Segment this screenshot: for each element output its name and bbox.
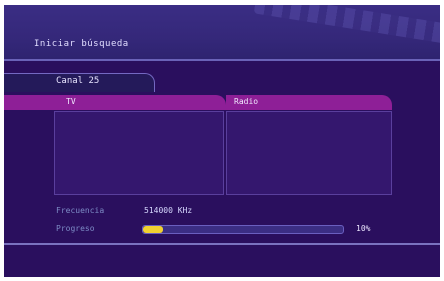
tab-radio[interactable]: Radio (226, 95, 392, 110)
tab-tv[interactable]: TV (4, 95, 226, 110)
progress-label: Progreso (56, 224, 95, 233)
frequency-label: Frecuencia (56, 206, 105, 215)
tv-screen: Iniciar búsqueda Canal 25 TV Radio Frecu… (4, 5, 440, 277)
frequency-value: 514000 KHz (144, 206, 193, 215)
progress-bar-fill (143, 226, 163, 233)
page-title: Iniciar búsqueda (34, 39, 129, 49)
film-strip-decoration (253, 5, 440, 45)
bottom-bar (4, 243, 440, 277)
radio-channel-list (226, 111, 392, 195)
tab-tv-label: TV (66, 97, 76, 106)
title-bar: Iniciar búsqueda (4, 5, 440, 61)
tv-channel-list (54, 111, 224, 195)
progress-percent: 10% (356, 224, 371, 233)
progress-bar (142, 225, 344, 234)
tab-radio-label: Radio (234, 97, 259, 106)
channel-label: Canal 25 (56, 76, 100, 86)
